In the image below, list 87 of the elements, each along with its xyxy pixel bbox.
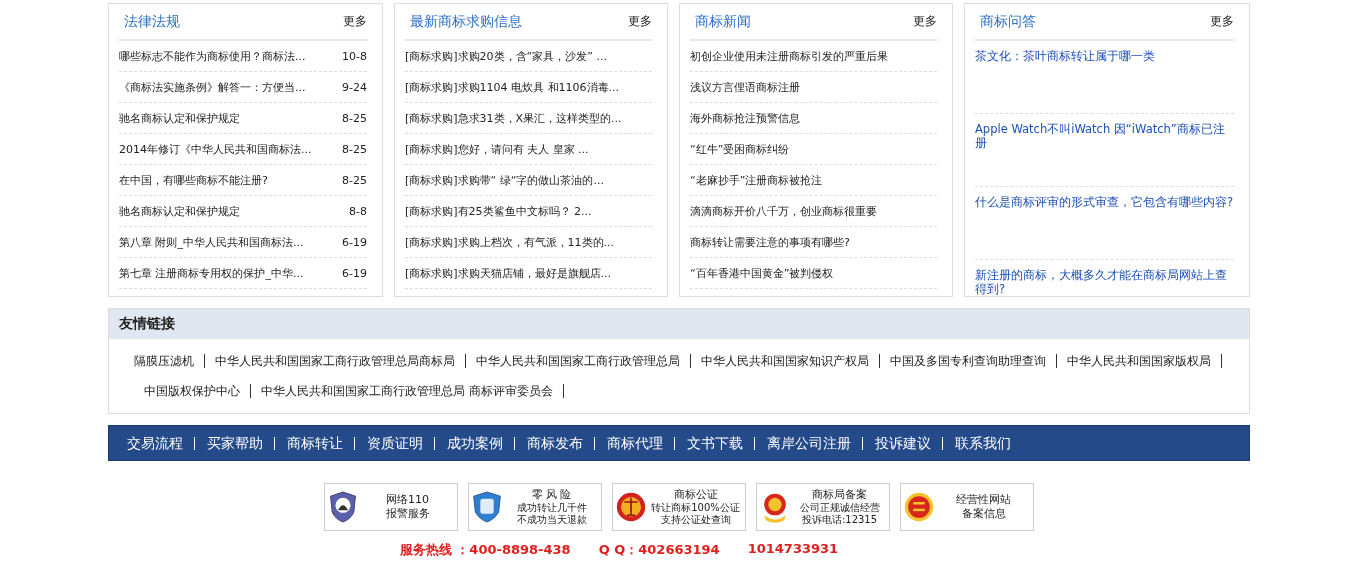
article-link[interactable]: 初创企业使用未注册商标引发的严重后果 xyxy=(690,48,888,64)
article-link[interactable]: [商标求购]急求31类，X果汇，这样类型的... xyxy=(405,110,622,126)
nav-link[interactable]: 资质证明 xyxy=(354,436,434,450)
nav-link[interactable]: 商标发布 xyxy=(514,436,594,450)
trust-badge[interactable]: 零 风 险 成功转让几千件 不成功当天退款 xyxy=(468,483,602,531)
article-date: 10-8 xyxy=(342,49,367,63)
article-date: 8-25 xyxy=(342,111,367,125)
panel-title: 法律法规 xyxy=(123,12,180,31)
article-link[interactable]: 商标转让需要注意的事项有哪些? xyxy=(690,234,850,250)
more-link[interactable]: 更多 xyxy=(1210,13,1234,30)
friend-link[interactable]: 中华人民共和国国家知识产权局 xyxy=(691,354,880,368)
article-link[interactable]: 2014年修订《中华人民共和国商标法... xyxy=(119,141,312,157)
article-date: 9-24 xyxy=(342,80,367,94)
badge-text: 商标公证 xyxy=(673,488,718,502)
police-badge-icon xyxy=(328,489,358,525)
article-link[interactable]: [商标求购]您好，请问有 夫人 皇家 ... xyxy=(405,141,589,157)
badge-text: 经营性网站 xyxy=(956,493,1011,507)
nav-link[interactable]: 成功案例 xyxy=(434,436,514,450)
trust-badge[interactable]: 经营性网站 备案信息 xyxy=(900,483,1034,531)
nav-link[interactable]: 联系我们 xyxy=(942,436,1022,450)
nav-link[interactable]: 离岸公司注册 xyxy=(754,436,862,450)
question-link[interactable]: 茶文化：茶叶商标转让属于哪一类 xyxy=(975,49,1234,63)
article-link[interactable]: “老麻抄手”注册商标被抢注 xyxy=(690,172,823,188)
nav-link[interactable]: 商标转让 xyxy=(274,436,354,450)
article-link[interactable]: [商标求购]求购天猫店铺，最好是旗舰店... xyxy=(405,265,612,281)
qq-text: Q Q：402663194 xyxy=(598,541,720,559)
question-link[interactable]: 什么是商标评审的形式审查，它包含有哪些内容? xyxy=(975,195,1234,209)
article-link[interactable]: 《商标法实施条例》解答一：方便当... xyxy=(119,79,306,95)
badge-text: 网络110 xyxy=(386,493,429,507)
article-link[interactable]: [商标求购]求购1104 电炊具 和1106消毒... xyxy=(405,79,620,95)
friend-link[interactable]: 隔膜压滤机 xyxy=(134,354,205,368)
article-link[interactable]: 第八章 附则_中华人民共和国商标法... xyxy=(119,234,304,250)
trust-badge[interactable]: 网络110 报警服务 xyxy=(324,483,458,531)
nav-link[interactable]: 买家帮助 xyxy=(194,436,274,450)
hotline-text: 服务热线 ：400-8898-438 xyxy=(399,541,571,559)
more-link[interactable]: 更多 xyxy=(628,13,652,30)
friend-link[interactable]: 中华人民共和国国家工商行政管理总局 xyxy=(466,354,691,368)
article-link[interactable]: 浅议方言俚语商标注册 xyxy=(690,79,800,95)
badge-text: 投诉电话:12315 xyxy=(801,514,878,526)
trust-badge[interactable]: 商标公证 转让商标100%公证 支持公证处查询 xyxy=(612,483,746,531)
article-link[interactable]: [商标求购]有25类鲨鱼中文标吗？ 2... xyxy=(405,203,592,219)
friend-link[interactable]: 中国及多国专利查询助理查询 xyxy=(880,354,1057,368)
nav-link[interactable]: 交易流程 xyxy=(115,436,194,450)
article-link[interactable]: “红牛”受困商标纠纷 xyxy=(690,141,790,157)
article-link[interactable]: 驰名商标认定和保护规定 xyxy=(119,203,240,219)
trust-badge[interactable]: 商标局备案 公司正规诚信经营 投诉电话:12315 xyxy=(756,483,890,531)
friend-link[interactable]: 中华人民共和国国家工商行政管理总局 商标评审委员会 xyxy=(251,384,564,398)
article-link[interactable]: [商标求购]求购上档次，有气派，11类的... xyxy=(405,234,615,250)
badge-text: 转让商标100%公证 xyxy=(651,502,740,514)
article-link[interactable]: [商标求购]求购带“ 绿“字的做山茶油的... xyxy=(405,172,604,188)
friend-link[interactable]: 中华人民共和国国家工商行政管理总局商标局 xyxy=(205,354,466,368)
article-link[interactable]: 第七章 注册商标专用权的保护_中华... xyxy=(119,265,304,281)
more-link[interactable]: 更多 xyxy=(913,13,937,30)
article-link[interactable]: [商标求购]求购20类，含“家具，沙发” ... xyxy=(405,48,607,64)
panel-title: 最新商标求购信息 xyxy=(409,12,522,31)
article-date: 8-8 xyxy=(349,204,367,218)
panel-title: 商标问答 xyxy=(979,12,1036,31)
article-link[interactable]: “百年香港中国黄金”被判侵权 xyxy=(690,265,834,281)
badge-text: 支持公证处查询 xyxy=(660,514,731,526)
article-link[interactable]: 在中国，有哪些商标不能注册? xyxy=(119,172,268,188)
nav-link[interactable]: 文书下载 xyxy=(674,436,754,450)
article-date: 6-19 xyxy=(342,266,367,280)
nav-link[interactable]: 投诉建议 xyxy=(862,436,942,450)
article-date: 8-25 xyxy=(342,142,367,156)
article-date: 6-19 xyxy=(342,235,367,249)
shield-icon xyxy=(472,489,502,525)
badge-text: 报警服务 xyxy=(385,507,430,521)
section-title: 友情链接 xyxy=(119,315,175,333)
article-link[interactable]: 哪些标志不能作为商标使用？商标法... xyxy=(119,48,306,64)
qq-text: 1014733931 xyxy=(747,541,839,558)
badge-text: 不成功当天退款 xyxy=(516,514,587,526)
badge-text: 成功转让几千件 xyxy=(516,502,587,514)
question-link[interactable]: 新注册的商标，大概多久才能在商标局网站上查得到? xyxy=(975,268,1234,296)
panel-title: 商标新闻 xyxy=(694,12,751,31)
question-link[interactable]: Apple Watch不叫iWatch 因“iWatch”商标已注册 xyxy=(975,122,1234,150)
badge-text: 公司正规诚信经营 xyxy=(799,502,880,514)
article-link[interactable]: 海外商标抢注预警信息 xyxy=(690,110,800,126)
friend-link[interactable]: 中国版权保护中心 xyxy=(134,384,251,398)
nav-link[interactable]: 商标代理 xyxy=(594,436,674,450)
badge-text: 零 风 险 xyxy=(531,488,572,502)
article-link[interactable]: 滴滴商标开价八千万，创业商标很重要 xyxy=(690,203,877,219)
friend-link[interactable]: 中华人民共和国国家版权局 xyxy=(1057,354,1222,368)
badge-text: 备案信息 xyxy=(961,507,1006,521)
article-date: 8-25 xyxy=(342,173,367,187)
more-link[interactable]: 更多 xyxy=(343,13,367,30)
article-link[interactable]: 驰名商标认定和保护规定 xyxy=(119,110,240,126)
badge-text: 商标局备案 xyxy=(812,488,867,502)
